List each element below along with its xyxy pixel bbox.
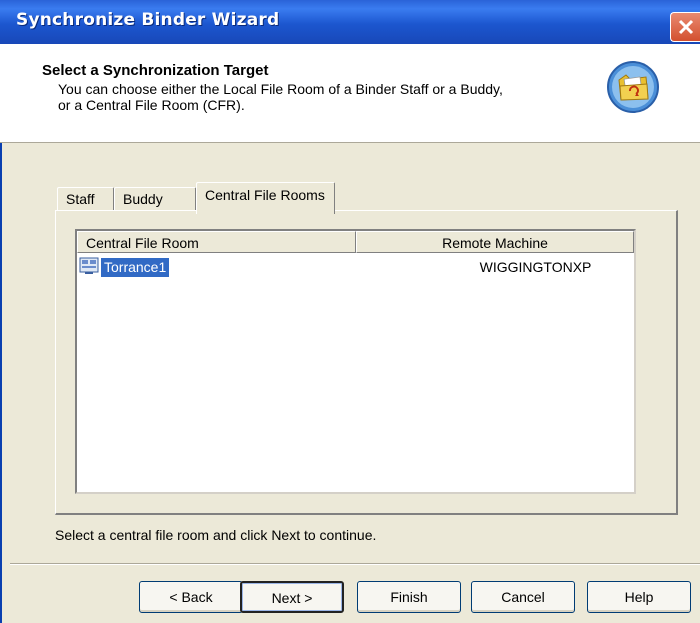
- button-separator: [10, 563, 700, 565]
- column-header-central-file-room[interactable]: Central File Room: [77, 231, 356, 253]
- folder-sync-icon: [607, 61, 659, 113]
- file-room-icon: [79, 257, 99, 274]
- wizard-header: Select a Synchronization Target You can …: [0, 44, 700, 143]
- cancel-button[interactable]: Cancel: [471, 581, 575, 613]
- list-item-name[interactable]: Torrance1: [101, 258, 170, 277]
- tab-central-file-rooms[interactable]: Central File Rooms: [196, 182, 335, 214]
- header-title: Select a Synchronization Target: [42, 62, 269, 79]
- close-button[interactable]: [670, 12, 700, 42]
- central-file-room-list[interactable]: Central File Room Remote Machine Torranc…: [75, 229, 636, 494]
- close-icon: [678, 19, 694, 35]
- header-description: You can choose either the Local File Roo…: [58, 81, 503, 113]
- finish-button[interactable]: Finish: [357, 581, 461, 613]
- column-header-remote-machine[interactable]: Remote Machine: [356, 231, 634, 253]
- help-button[interactable]: Help: [587, 581, 691, 613]
- title-bar: Synchronize Binder Wizard: [0, 0, 700, 44]
- back-button[interactable]: < Back: [139, 581, 243, 613]
- list-item-remote-machine[interactable]: WIGGINGTONXP: [433, 259, 638, 275]
- next-button[interactable]: Next >: [240, 581, 344, 613]
- window-title: Synchronize Binder Wizard: [16, 10, 280, 30]
- instruction-text: Select a central file room and click Nex…: [55, 527, 377, 543]
